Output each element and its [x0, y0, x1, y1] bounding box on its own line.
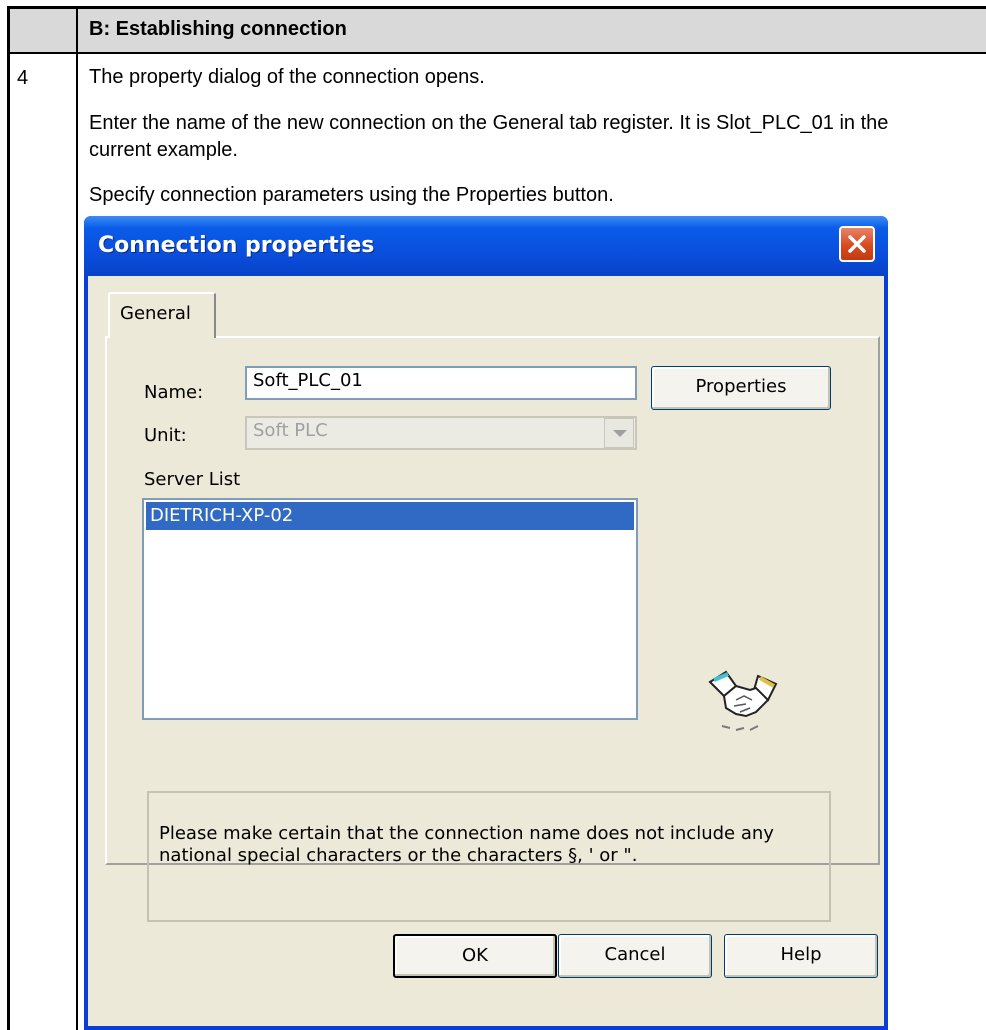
cancel-button-label: Cancel [604, 944, 666, 965]
paragraph-enter-name: Enter the name of the new connection on … [89, 112, 889, 161]
help-button[interactable]: Help [724, 934, 878, 978]
server-list[interactable]: DIETRICH-XP-02 [142, 498, 638, 720]
tab-general-label: General [120, 303, 191, 324]
name-input[interactable]: Soft_PLC_01 [245, 366, 637, 400]
handshake-icon [708, 670, 778, 731]
step-number: 4 [17, 67, 29, 89]
unit-label: Unit: [144, 425, 187, 446]
table-header-divider [7, 52, 986, 54]
close-button[interactable] [839, 226, 875, 262]
table-header-title: B: Establishing connection [89, 18, 347, 40]
dialog-titlebar[interactable]: Connection properties [84, 216, 888, 276]
properties-button[interactable]: Properties [651, 366, 831, 410]
tab-general[interactable]: General [108, 292, 216, 338]
name-label: Name: [144, 382, 204, 403]
note-text: Please make certain that the connection … [159, 823, 774, 866]
cancel-button[interactable]: Cancel [558, 934, 712, 978]
paragraph-specify-parameters: Specify connection parameters using the … [89, 184, 614, 206]
server-list-label: Server List [144, 469, 241, 490]
ok-button[interactable]: OK [393, 934, 557, 978]
unit-select: Soft PLC [245, 416, 637, 450]
ok-button-label: OK [462, 945, 488, 966]
server-list-item-selected[interactable]: DIETRICH-XP-02 [146, 502, 634, 530]
properties-button-label: Properties [695, 376, 787, 397]
help-button-label: Help [780, 944, 822, 965]
chevron-down-icon [613, 430, 627, 437]
note-groupbox: Please make certain that the connection … [147, 791, 831, 922]
dialog-title: Connection properties [98, 233, 375, 258]
table-left-border [7, 6, 10, 1030]
unit-dropdown-arrow [604, 418, 634, 448]
paragraph-dialog-opens: The property dialog of the connection op… [89, 66, 485, 88]
close-icon [848, 235, 866, 253]
server-list-item-label: DIETRICH-XP-02 [150, 505, 294, 526]
table-top-border [7, 6, 986, 9]
table-column-divider [76, 6, 78, 1030]
